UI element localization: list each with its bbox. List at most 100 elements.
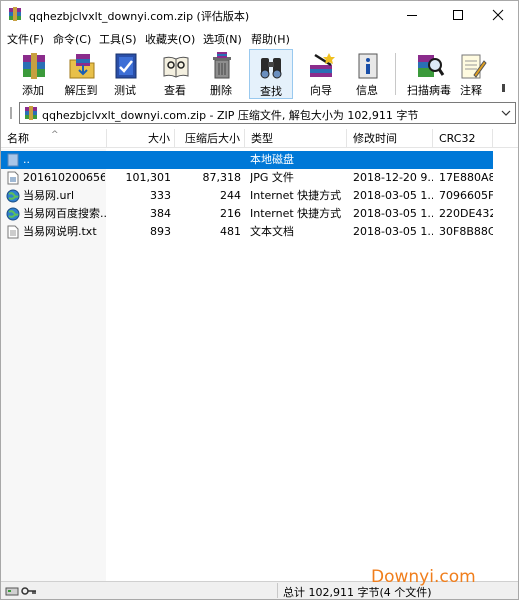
toolbar-overflow-button[interactable] bbox=[495, 49, 515, 99]
column-size[interactable]: 大小 bbox=[107, 129, 175, 148]
zip-archive-icon bbox=[25, 106, 37, 120]
cell-modified: 2018-12-20 9... bbox=[353, 171, 433, 184]
menu-commands[interactable]: 命令(C) bbox=[51, 31, 93, 47]
maximize-icon bbox=[453, 10, 463, 20]
title-bar[interactable]: qqhezbjclvxlt_downyi.com.zip (评估版本) bbox=[1, 1, 518, 29]
cell-modified: 2018-03-05 1... bbox=[353, 189, 433, 202]
cell-packed: 244 bbox=[220, 189, 241, 202]
key-icon[interactable] bbox=[21, 585, 37, 597]
tool-test-label: 测试 bbox=[114, 84, 136, 97]
extract-to-icon bbox=[69, 54, 95, 79]
minimize-button[interactable] bbox=[391, 1, 433, 29]
tool-delete-label: 删除 bbox=[210, 84, 232, 97]
cell-name: 当易网.url bbox=[23, 189, 75, 202]
column-type[interactable]: 类型 bbox=[245, 129, 347, 148]
tool-info-button[interactable]: 信息 bbox=[347, 49, 387, 99]
cell-crc32: 17E880A8 bbox=[439, 171, 493, 184]
tool-find-button[interactable]: 查找 bbox=[249, 49, 293, 99]
image-file-icon bbox=[7, 171, 19, 185]
column-type-label: 类型 bbox=[251, 132, 273, 145]
menu-bar: 文件(F) 命令(C) 工具(S) 收藏夹(O) 选项(N) 帮助(H) bbox=[1, 29, 518, 49]
table-row[interactable]: .. 本地磁盘 bbox=[1, 151, 493, 169]
cell-modified bbox=[353, 151, 433, 169]
table-row[interactable]: 201610200656... 101,301 87,318 JPG 文件 20… bbox=[1, 169, 493, 187]
cell-modified: 2018-03-05 1... bbox=[353, 225, 433, 238]
cell-crc32 bbox=[439, 151, 493, 169]
cell-crc32: 30F8B88C bbox=[439, 225, 493, 238]
column-modified-label: 修改时间 bbox=[353, 132, 397, 145]
text-file-icon bbox=[7, 225, 19, 239]
column-packed-label: 压缩后大小 bbox=[185, 132, 240, 145]
minimize-icon bbox=[407, 15, 417, 16]
tool-delete-button[interactable]: 删除 bbox=[201, 49, 241, 99]
menu-tools[interactable]: 工具(S) bbox=[97, 31, 139, 47]
tool-scan-virus-button[interactable]: 扫描病毒 bbox=[407, 49, 451, 99]
chevron-down-icon[interactable] bbox=[500, 106, 512, 120]
test-icon bbox=[115, 53, 137, 79]
file-list-header: 名称 ^ 大小 压缩后大小 类型 修改时间 CRC32 bbox=[1, 129, 518, 148]
sort-up-icon: ^ bbox=[51, 130, 59, 140]
up-folder-icon[interactable] bbox=[5, 103, 17, 123]
cell-packed: 87,318 bbox=[202, 171, 242, 184]
column-name-label: 名称 bbox=[7, 132, 29, 145]
column-name[interactable]: 名称 ^ bbox=[1, 129, 107, 148]
table-row[interactable]: 当易网.url 333 244 Internet 快捷方式 2018-03-05… bbox=[1, 187, 493, 205]
cell-name: 当易网说明.txt bbox=[23, 225, 97, 238]
winrar-window: qqhezbjclvxlt_downyi.com.zip (评估版本) 文件(F… bbox=[0, 0, 519, 600]
scan-virus-icon bbox=[418, 55, 445, 77]
wizard-icon bbox=[310, 53, 335, 77]
cell-type: 文本文档 bbox=[250, 225, 294, 238]
internet-shortcut-icon bbox=[6, 207, 20, 221]
view-icon bbox=[163, 56, 189, 78]
window-title: qqhezbjclvxlt_downyi.com.zip (评估版本) bbox=[29, 10, 250, 23]
menu-favorites[interactable]: 收藏夹(O) bbox=[143, 31, 197, 47]
delete-icon bbox=[213, 52, 231, 79]
close-button[interactable] bbox=[477, 1, 519, 29]
tool-wizard-label: 向导 bbox=[310, 84, 332, 97]
cell-size bbox=[107, 151, 171, 169]
address-bar: qqhezbjclvxlt_downyi.com.zip - ZIP 压缩文件,… bbox=[1, 99, 518, 127]
close-icon bbox=[492, 9, 504, 21]
cell-type: Internet 快捷方式 bbox=[250, 207, 342, 220]
cell-size: 101,301 bbox=[125, 171, 172, 184]
tool-find-label: 查找 bbox=[260, 85, 282, 98]
menu-options[interactable]: 选项(N) bbox=[201, 31, 244, 47]
toolbar: 添加 解压到 测试 查看 删除 查找 向导 信息 扫描病毒 注释 bbox=[1, 49, 518, 99]
column-packed[interactable]: 压缩后大小 bbox=[175, 129, 245, 148]
tool-view-label: 查看 bbox=[164, 84, 186, 97]
table-row[interactable]: 当易网说明.txt 893 481 文本文档 2018-03-05 1... 3… bbox=[1, 223, 493, 241]
cell-modified: 2018-03-05 1... bbox=[353, 207, 433, 220]
column-size-label: 大小 bbox=[148, 132, 170, 145]
menu-help[interactable]: 帮助(H) bbox=[249, 31, 292, 47]
cell-size: 384 bbox=[150, 207, 171, 220]
winrar-app-icon bbox=[9, 7, 21, 21]
cell-type: 本地磁盘 bbox=[250, 153, 294, 166]
cell-packed bbox=[175, 151, 241, 169]
cell-size: 333 bbox=[150, 189, 171, 202]
address-text: qqhezbjclvxlt_downyi.com.zip - ZIP 压缩文件,… bbox=[42, 109, 419, 122]
cell-type: JPG 文件 bbox=[250, 171, 294, 184]
find-icon bbox=[260, 58, 282, 79]
tool-extract-button[interactable]: 解压到 bbox=[61, 49, 101, 99]
column-crc32[interactable]: CRC32 bbox=[433, 129, 493, 148]
tool-view-button[interactable]: 查看 bbox=[155, 49, 195, 99]
tool-test-button[interactable]: 测试 bbox=[105, 49, 145, 99]
cell-crc32: 220DE432 bbox=[439, 207, 493, 220]
table-row[interactable]: 当易网百度搜索.... 384 216 Internet 快捷方式 2018-0… bbox=[1, 205, 493, 223]
cell-packed: 216 bbox=[220, 207, 241, 220]
tool-comment-button[interactable]: 注释 bbox=[451, 49, 491, 99]
add-archive-icon bbox=[23, 53, 45, 79]
tool-add-label: 添加 bbox=[22, 84, 44, 97]
maximize-button[interactable] bbox=[437, 1, 479, 29]
folder-up-icon bbox=[7, 153, 19, 167]
menu-file[interactable]: 文件(F) bbox=[5, 31, 46, 47]
tool-wizard-button[interactable]: 向导 bbox=[301, 49, 341, 99]
comment-icon bbox=[461, 54, 487, 79]
column-modified[interactable]: 修改时间 bbox=[347, 129, 433, 148]
address-field[interactable]: qqhezbjclvxlt_downyi.com.zip - ZIP 压缩文件,… bbox=[19, 102, 516, 124]
drive-icon[interactable] bbox=[5, 585, 19, 597]
cell-crc32: 7096605F bbox=[439, 189, 493, 202]
toolbar-separator bbox=[395, 53, 396, 95]
tool-add-button[interactable]: 添加 bbox=[13, 49, 53, 99]
cell-size: 893 bbox=[150, 225, 171, 238]
